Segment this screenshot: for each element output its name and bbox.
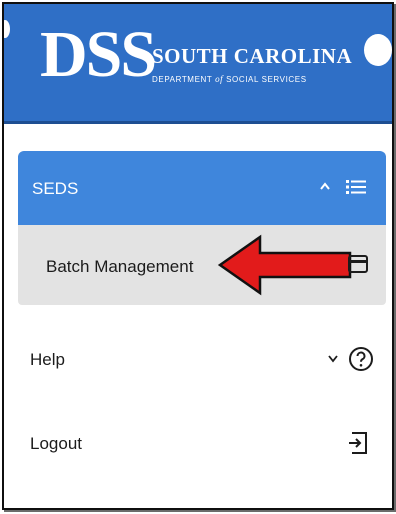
card-icon [348,255,368,273]
nav-section-seds-label: SEDS [32,179,79,198]
dss-logo-mark: DSS [40,18,157,91]
nav-section-seds[interactable]: SEDS [18,151,386,225]
header-banner: DSS SOUTH CAROLINA DEPARTMENT of SOCIAL … [4,4,392,124]
nav-item-help[interactable]: Help [18,340,386,380]
nav-subitem-batch-management-label: Batch Management [46,257,194,276]
chevron-down-icon[interactable] [328,355,338,363]
red-arrow-annotation [217,234,352,296]
sidebar-nav: SEDS Batch Management [18,151,386,305]
dss-logo-title: SOUTH CAROLINA [152,44,353,68]
header-dot-left [4,20,10,38]
nav-item-logout[interactable]: Logout [18,424,386,464]
app-frame: DSS SOUTH CAROLINA DEPARTMENT of SOCIAL … [2,2,394,510]
dss-logo-subtitle: DEPARTMENT of SOCIAL SERVICES [152,74,307,84]
list-icon [346,180,366,194]
chevron-up-icon[interactable] [320,182,330,190]
help-circle-icon[interactable] [348,346,374,372]
nav-item-help-label: Help [30,350,65,369]
header-dot-right [364,34,392,66]
nav-subitem-batch-management[interactable]: Batch Management [18,225,386,305]
nav-item-logout-label: Logout [30,434,82,453]
logout-icon[interactable] [348,432,368,454]
